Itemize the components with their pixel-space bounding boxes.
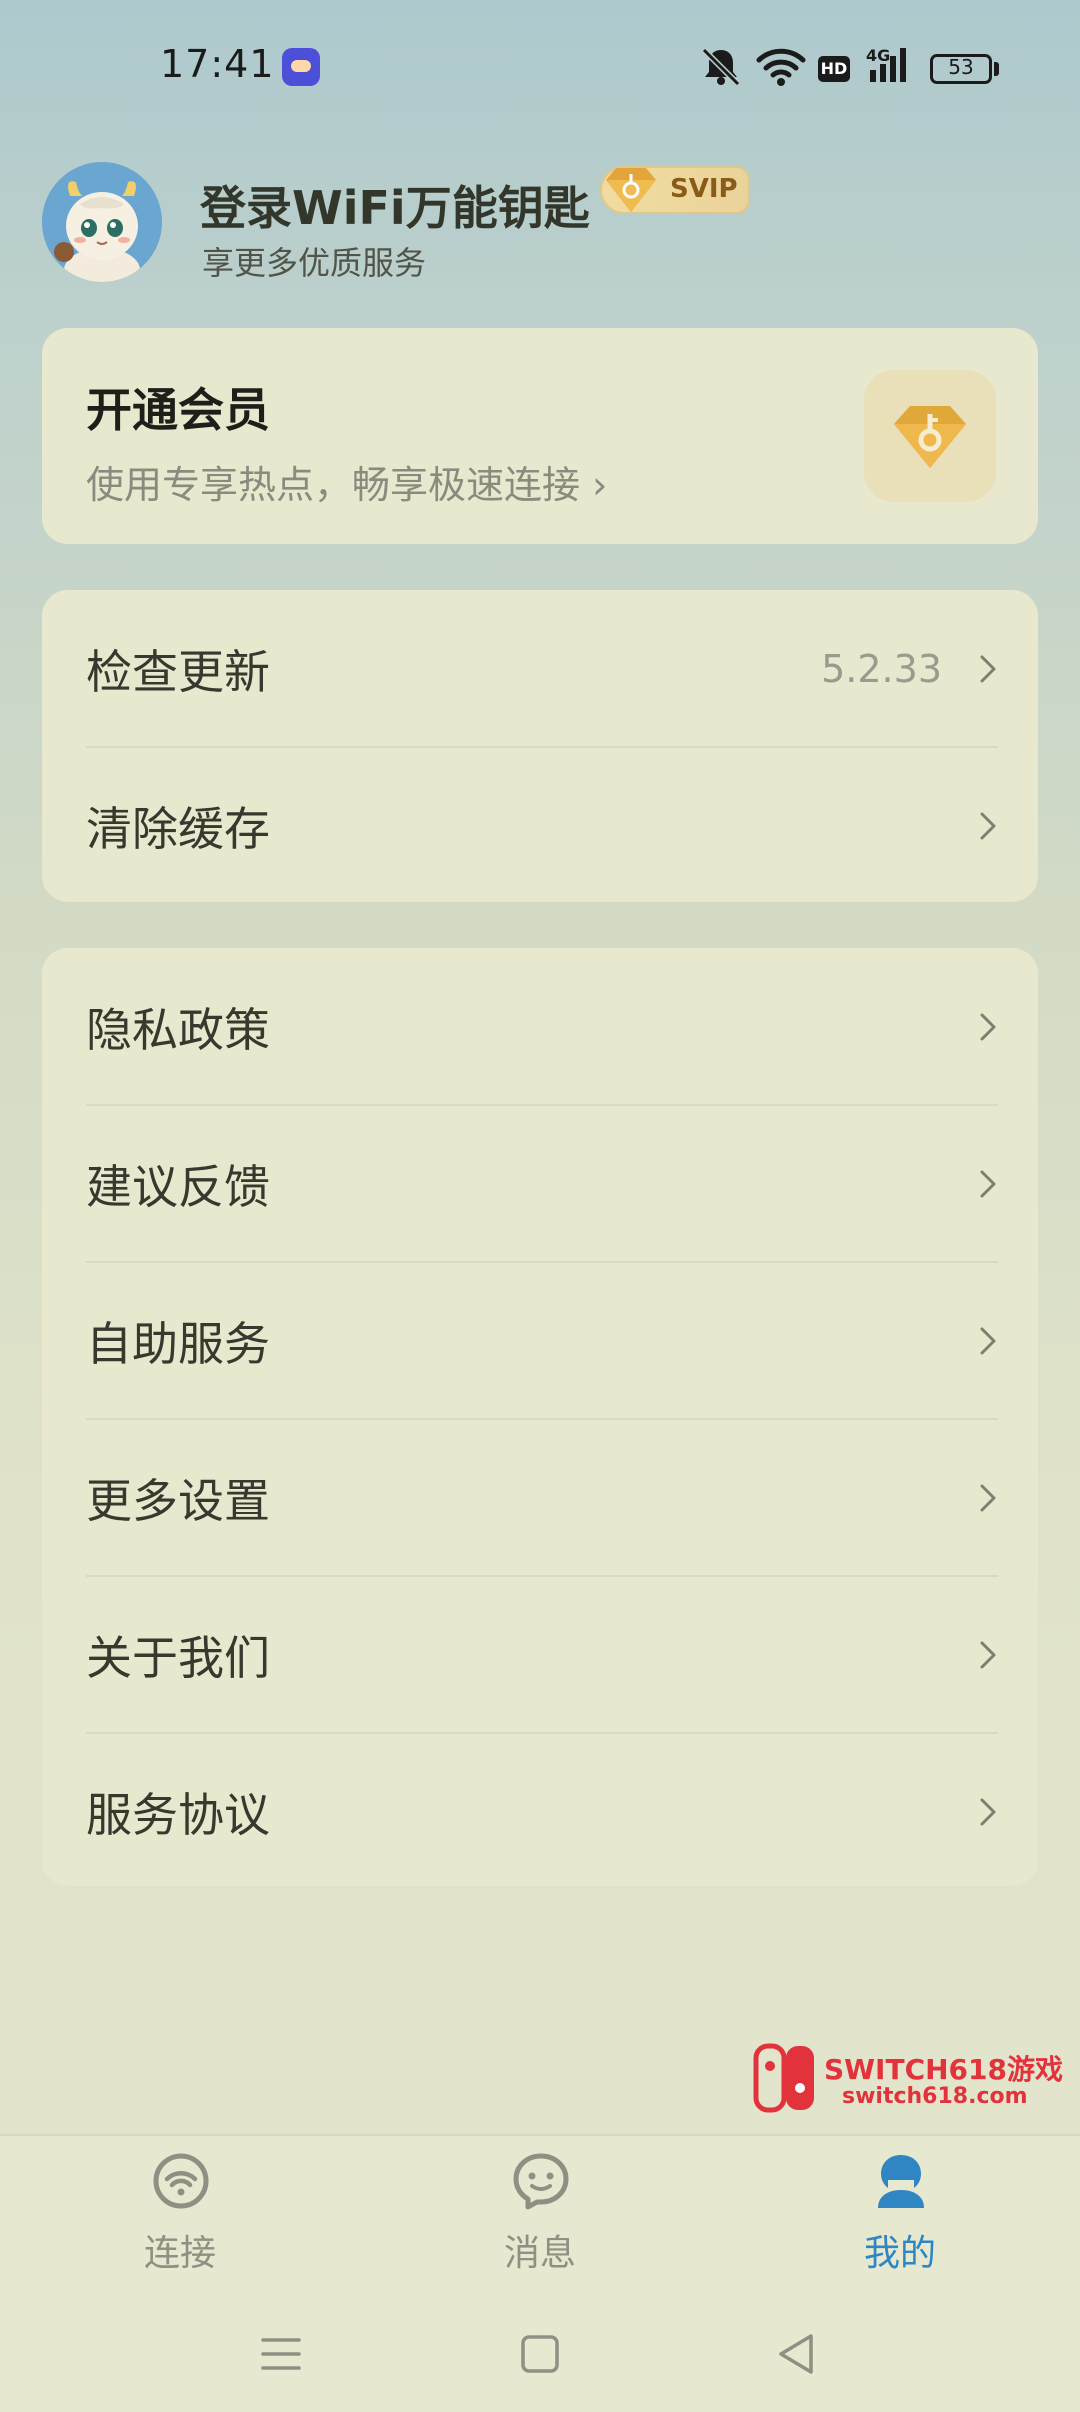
tab-messages[interactable]: 消息 <box>360 2136 720 2276</box>
chevron-right-icon <box>980 1798 996 1825</box>
tab-connect-label: 连接 <box>143 2233 216 2274</box>
self-service-row[interactable]: 自助服务 <box>42 1262 1038 1419</box>
login-subtitle: 享更多优质服务 <box>202 244 427 282</box>
hd-voice-icon: HD <box>818 56 850 82</box>
tab-profile[interactable]: 我的 <box>720 2136 1080 2276</box>
battery-level: 53 <box>948 55 974 79</box>
watermark: SWITCH618游戏 switch618.com <box>752 2042 1063 2122</box>
self-service-label: 自助服务 <box>86 1316 270 1371</box>
about-us-row[interactable]: 关于我们 <box>42 1576 1038 1733</box>
open-membership-card[interactable]: 开通会员 使用专享热点，畅享极速连接 › <box>42 328 1038 544</box>
feedback-row[interactable]: 建议反馈 <box>42 1105 1038 1262</box>
membership-gem-icon <box>864 370 996 502</box>
check-update-row[interactable]: 检查更新 5.2.33 <box>42 590 1038 747</box>
switch-console-logo-icon <box>753 2043 814 2113</box>
svip-gem-icon <box>606 168 656 212</box>
membership-subtitle: 使用专享热点，畅享极速连接 › <box>86 463 608 507</box>
settings-group-update: 检查更新 5.2.33 清除缓存 <box>42 590 1038 902</box>
privacy-policy-row[interactable]: 隐私政策 <box>42 948 1038 1105</box>
weather-app-notification-icon <box>282 48 320 86</box>
watermark-title: SWITCH618游戏 <box>824 2053 1063 2086</box>
mute-bell-icon <box>701 47 741 87</box>
chevron-right-icon <box>980 1327 996 1354</box>
chevron-right-icon <box>980 1170 996 1197</box>
cell-signal-icon <box>870 48 906 82</box>
status-time: 17:41 <box>160 42 275 86</box>
membership-title: 开通会员 <box>86 383 270 437</box>
settings-group-info: 隐私政策 建议反馈 自助服务 更多设置 关于我们 服务协议 <box>42 948 1038 1886</box>
svip-label: SVIP <box>670 174 738 204</box>
battery-tip <box>994 62 999 76</box>
tab-messages-label: 消息 <box>503 2233 576 2274</box>
about-us-label: 关于我们 <box>86 1630 270 1685</box>
battery-icon: 53 <box>930 54 992 84</box>
mascot-avatar-icon <box>42 162 162 282</box>
menu-icon[interactable] <box>251 2326 311 2382</box>
avatar[interactable] <box>42 162 162 282</box>
more-settings-row[interactable]: 更多设置 <box>42 1419 1038 1576</box>
status-bar: 17:41 HD 4G 53 <box>0 0 1080 140</box>
back-triangle-icon[interactable] <box>767 2326 827 2382</box>
feedback-label: 建议反馈 <box>86 1159 270 1214</box>
tab-profile-label: 我的 <box>863 2233 936 2274</box>
more-settings-label: 更多设置 <box>86 1473 270 1528</box>
wifi-icon <box>153 2153 209 2209</box>
service-agreement-label: 服务协议 <box>86 1787 270 1842</box>
tab-connect[interactable]: 连接 <box>0 2136 360 2276</box>
watermark-domain: switch618.com <box>842 2084 1028 2109</box>
chevron-right-icon <box>980 1013 996 1040</box>
clear-cache-row[interactable]: 清除缓存 <box>42 747 1038 904</box>
clear-cache-label: 清除缓存 <box>86 801 270 856</box>
app-version: 5.2.33 <box>821 646 942 691</box>
home-square-icon[interactable] <box>510 2326 570 2382</box>
chevron-right-icon <box>980 1484 996 1511</box>
svip-badge[interactable]: SVIP <box>600 166 750 214</box>
service-agreement-row[interactable]: 服务协议 <box>42 1733 1038 1890</box>
privacy-policy-label: 隐私政策 <box>86 1002 270 1057</box>
login-title[interactable]: 登录WiFi万能钥匙 <box>200 172 590 238</box>
chevron-right-icon <box>980 1641 996 1668</box>
chevron-right-icon <box>980 812 996 839</box>
wifi-signal-icon <box>756 48 806 86</box>
system-navigation-bar <box>0 2296 1080 2412</box>
profile-icon <box>878 2155 924 2208</box>
message-icon <box>513 2153 569 2210</box>
check-update-label: 检查更新 <box>86 644 270 699</box>
chevron-right-icon <box>980 655 996 682</box>
